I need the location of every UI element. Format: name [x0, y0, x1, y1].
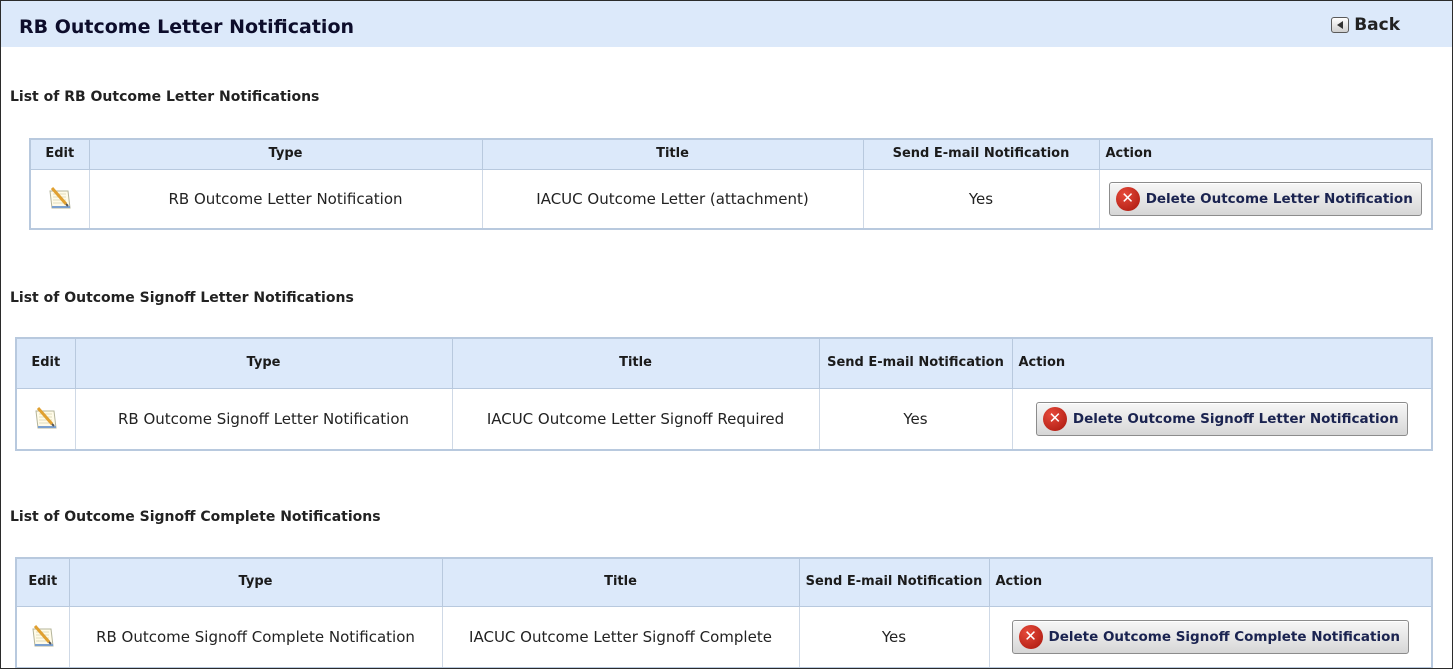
- section-title-signoff-complete: List of Outcome Signoff Complete Notific…: [10, 509, 381, 525]
- column-header-send-email: Send E-mail Notification: [798, 557, 990, 607]
- delete-button-label: Delete Outcome Letter Notification: [1145, 190, 1413, 207]
- column-header-send-email: Send E-mail Notification: [818, 337, 1013, 389]
- signoff-letter-table: Edit Type Title Send E-mail Notification…: [15, 337, 1433, 451]
- action-cell: ✕ Delete Outcome Signoff Complete Notifi…: [988, 605, 1433, 668]
- outcome-letter-table: Edit Type Title Send E-mail Notification…: [29, 138, 1433, 230]
- column-header-edit: Edit: [29, 138, 90, 170]
- delete-button-label: Delete Outcome Signoff Letter Notificati…: [1072, 410, 1399, 427]
- column-header-type: Type: [74, 337, 453, 389]
- column-header-action: Action: [1011, 337, 1433, 389]
- delete-outcome-letter-notification-button[interactable]: ✕ Delete Outcome Letter Notification: [1108, 181, 1422, 216]
- column-header-edit: Edit: [15, 557, 70, 607]
- table-header-row: Edit Type Title Send E-mail Notification…: [29, 138, 1433, 170]
- table-header-row: Edit Type Title Send E-mail Notification…: [15, 337, 1433, 389]
- action-cell: ✕ Delete Outcome Signoff Letter Notifica…: [1011, 387, 1433, 451]
- notepad-edit-icon[interactable]: [33, 406, 59, 432]
- table-row: RB Outcome Letter Notification IACUC Out…: [29, 168, 1433, 230]
- table-row: RB Outcome Signoff Complete Notification…: [15, 605, 1433, 668]
- section-title-outcome-letter: List of RB Outcome Letter Notifications: [10, 89, 320, 105]
- type-cell: RB Outcome Signoff Letter Notification: [74, 387, 453, 451]
- page-header: RB Outcome Letter Notification Back: [1, 1, 1452, 47]
- send-email-cell: Yes: [862, 168, 1100, 230]
- column-header-type: Type: [68, 557, 443, 607]
- delete-outcome-signoff-letter-notification-button[interactable]: ✕ Delete Outcome Signoff Letter Notifica…: [1035, 401, 1408, 436]
- action-cell: ✕ Delete Outcome Letter Notification: [1098, 168, 1433, 230]
- table-header-row: Edit Type Title Send E-mail Notification…: [15, 557, 1433, 607]
- red-x-circle-icon: ✕: [1042, 406, 1067, 431]
- signoff-complete-table: Edit Type Title Send E-mail Notification…: [15, 557, 1433, 668]
- column-header-title: Title: [481, 138, 864, 170]
- left-arrow-icon: [1331, 17, 1350, 33]
- title-cell: IACUC Outcome Letter Signoff Required: [451, 387, 820, 451]
- column-header-send-email: Send E-mail Notification: [862, 138, 1100, 170]
- edit-cell: [15, 605, 70, 668]
- delete-outcome-signoff-complete-notification-button[interactable]: ✕ Delete Outcome Signoff Complete Notifi…: [1011, 619, 1409, 654]
- delete-button-label: Delete Outcome Signoff Complete Notifica…: [1048, 628, 1400, 645]
- section-title-signoff-letter: List of Outcome Signoff Letter Notificat…: [10, 290, 354, 306]
- page-title: RB Outcome Letter Notification: [19, 16, 355, 38]
- column-header-action: Action: [1098, 138, 1433, 170]
- column-header-action: Action: [988, 557, 1433, 607]
- table-row: RB Outcome Signoff Letter Notification I…: [15, 387, 1433, 451]
- type-cell: RB Outcome Letter Notification: [88, 168, 483, 230]
- edit-cell: [29, 168, 90, 230]
- column-header-edit: Edit: [15, 337, 76, 389]
- column-header-type: Type: [88, 138, 483, 170]
- red-x-circle-icon: ✕: [1018, 624, 1043, 649]
- title-cell: IACUC Outcome Letter Signoff Complete: [441, 605, 800, 668]
- title-cell: IACUC Outcome Letter (attachment): [481, 168, 864, 230]
- send-email-cell: Yes: [818, 387, 1013, 451]
- red-x-circle-icon: ✕: [1115, 186, 1140, 211]
- column-header-title: Title: [441, 557, 800, 607]
- back-button[interactable]: Back: [1331, 15, 1400, 35]
- edit-cell: [15, 387, 76, 451]
- send-email-cell: Yes: [798, 605, 990, 668]
- type-cell: RB Outcome Signoff Complete Notification: [68, 605, 443, 668]
- page-frame: RB Outcome Letter Notification Back List…: [0, 0, 1453, 669]
- back-label: Back: [1354, 15, 1400, 35]
- notepad-edit-icon[interactable]: [30, 624, 56, 650]
- column-header-title: Title: [451, 337, 820, 389]
- notepad-edit-icon[interactable]: [47, 186, 73, 212]
